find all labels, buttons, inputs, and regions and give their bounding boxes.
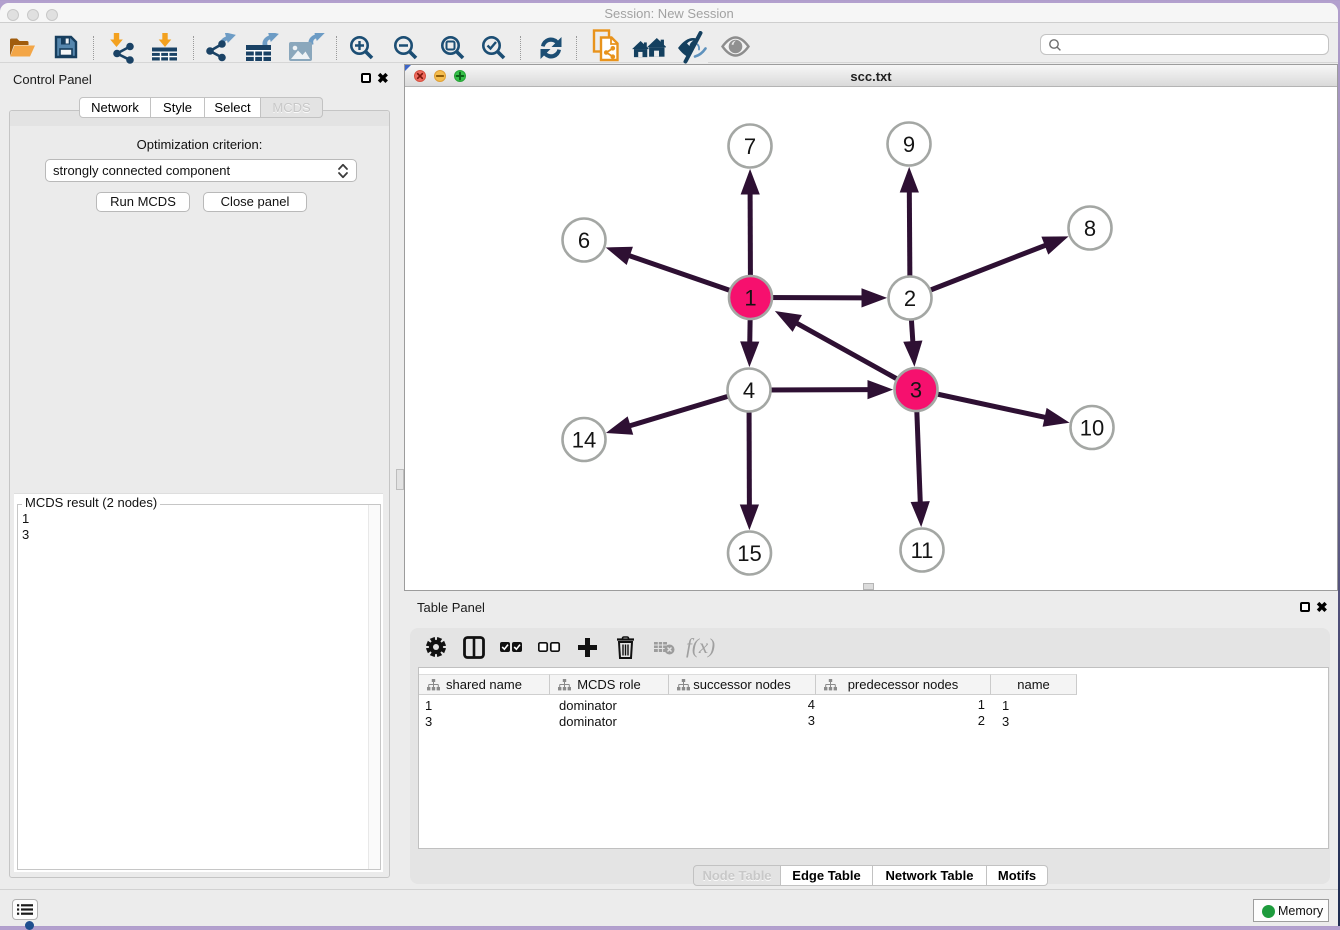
svg-text:8: 8	[1084, 216, 1096, 241]
svg-text:15: 15	[737, 541, 761, 566]
svg-text:2: 2	[904, 286, 916, 311]
svg-text:10: 10	[1080, 415, 1104, 440]
svg-text:3: 3	[910, 377, 922, 402]
svg-text:4: 4	[743, 378, 755, 403]
svg-text:14: 14	[572, 427, 596, 452]
svg-text:11: 11	[911, 538, 934, 563]
svg-text:9: 9	[903, 132, 915, 157]
svg-text:1: 1	[744, 285, 756, 310]
svg-text:7: 7	[744, 134, 756, 159]
svg-text:6: 6	[578, 228, 590, 253]
